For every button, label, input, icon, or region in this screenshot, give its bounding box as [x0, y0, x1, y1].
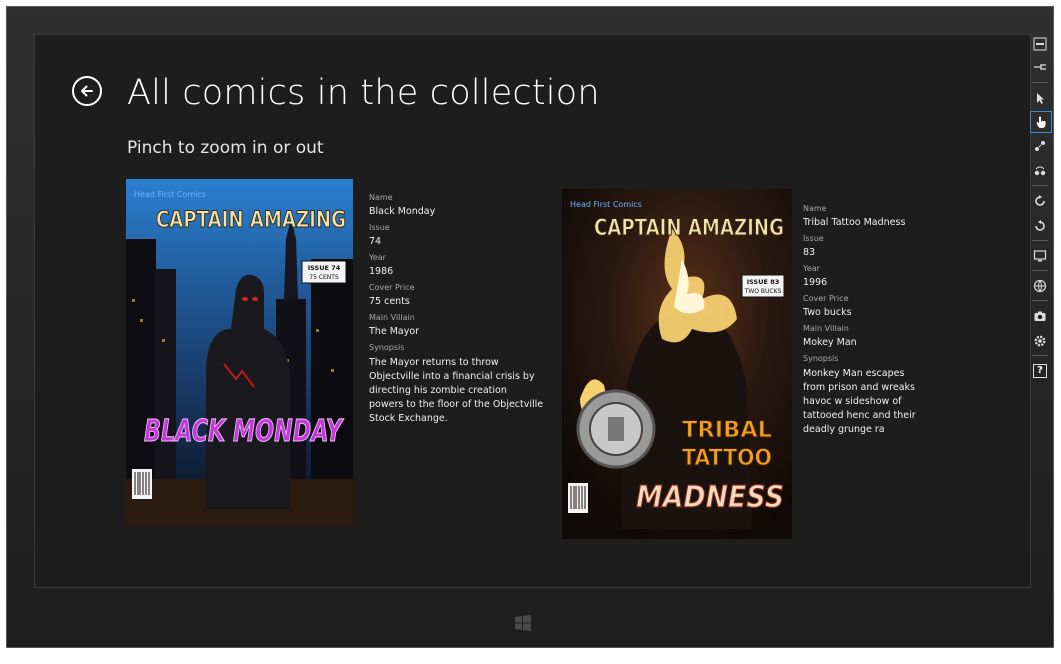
issue-value: 74 — [369, 236, 382, 247]
page-title: All comics in the collection — [127, 73, 600, 113]
rotate-counterclockwise-icon — [1035, 220, 1045, 231]
series-logo: CAPTAIN AMAZING — [156, 208, 346, 233]
price-badge-line: TWO BUCKS — [744, 288, 782, 295]
rotate-counterclockwise-button[interactable] — [1030, 216, 1050, 236]
change-resolution-button[interactable] — [1030, 246, 1050, 266]
synopsis-text: The Mayor returns to throw Objectville i… — [369, 357, 544, 424]
touch-mode-button[interactable] — [1030, 111, 1052, 133]
pinch-icon — [1035, 141, 1045, 151]
settings-icon — [1034, 335, 1046, 347]
resolution-icon — [1033, 250, 1047, 262]
rotate-icon — [1034, 166, 1046, 176]
publisher-logo: Head First Comics — [134, 190, 206, 199]
year-label: Year — [803, 264, 820, 273]
tattoo-medallion — [576, 389, 656, 469]
issue-label: Issue — [369, 223, 390, 232]
minimize-icon — [1033, 37, 1047, 51]
synopsis-label: Synopsis — [369, 343, 405, 352]
rotation-button[interactable] — [1030, 161, 1050, 181]
back-button[interactable] — [72, 76, 102, 106]
cover-price-value: 75 cents — [369, 296, 410, 307]
main-villain-value: The Mayor — [369, 326, 420, 337]
pin-icon — [1034, 64, 1046, 70]
touch-icon — [1036, 116, 1046, 128]
simulator-device: All comics in the collection Pinch to zo… — [0, 0, 1061, 664]
year-label: Year — [369, 253, 386, 262]
issue-badge-line: ISSUE 83 — [747, 278, 780, 286]
issue-badge-line: ISSUE 74 — [308, 264, 341, 272]
barcode — [568, 483, 588, 513]
name-value: Tribal Tattoo Madness — [803, 217, 906, 228]
cover-price-label: Cover Price — [369, 283, 415, 292]
price-badge-line: 75 CENTS — [309, 274, 339, 281]
issue-label: Issue — [803, 234, 824, 243]
cover-headline-line: TRIBAL — [682, 418, 772, 443]
rotate-clockwise-icon — [1035, 195, 1045, 206]
page-subtitle: Pinch to zoom in or out — [127, 138, 324, 158]
location-icon — [1033, 279, 1047, 293]
cover-price-value: Two bucks — [803, 307, 852, 318]
minimize-button[interactable] — [1030, 34, 1050, 54]
year-value: 1996 — [803, 277, 828, 288]
main-villain-label: Main Villain — [803, 324, 849, 333]
series-logo: CAPTAIN AMAZING — [594, 216, 784, 241]
app-screen: All comics in the collection Pinch to zo… — [34, 34, 1031, 588]
comic-cover-image[interactable]: Head First Comics CAPTAIN AMAZING ISSUE … — [562, 189, 792, 539]
main-villain-label: Main Villain — [369, 313, 415, 322]
rotate-clockwise-button[interactable] — [1030, 191, 1050, 211]
synopsis-text: Monkey Man escapes from prison and wreak… — [803, 368, 916, 435]
pin-button[interactable] — [1030, 57, 1050, 77]
synopsis-label: Synopsis — [803, 354, 839, 363]
windows-logo-icon[interactable] — [514, 614, 532, 632]
publisher-logo: Head First Comics — [570, 200, 642, 209]
pinch-zoom-button[interactable] — [1030, 136, 1050, 156]
screenshot-icon — [1034, 311, 1046, 321]
cover-headline-line: TATTOO — [682, 446, 772, 471]
screenshot-button[interactable] — [1030, 306, 1050, 326]
main-villain-value: Mokey Man — [803, 337, 857, 348]
barcode — [132, 469, 152, 499]
pointer-mode-button[interactable] — [1030, 88, 1050, 108]
comic-details: Name Black Monday Issue 74 Year 1986 Cov… — [369, 187, 544, 426]
name-label: Name — [369, 193, 393, 202]
issue-value: 83 — [803, 247, 816, 258]
name-label: Name — [803, 204, 827, 213]
name-value: Black Monday — [369, 206, 436, 217]
back-arrow-icon — [81, 85, 93, 97]
settings-button[interactable] — [1030, 331, 1050, 351]
comic-cover-image[interactable]: Head First Comics CAPTAIN AMAZING ISSUE … — [126, 179, 353, 526]
pointer-icon — [1037, 93, 1044, 104]
year-value: 1986 — [369, 266, 394, 277]
help-icon: ? — [1033, 364, 1047, 378]
cover-price-label: Cover Price — [803, 294, 849, 303]
help-button[interactable]: ? — [1030, 361, 1050, 381]
comic-details: Name Tribal Tattoo Madness Issue 83 Year… — [803, 198, 925, 437]
cover-headline: BLACK MONDAY — [144, 414, 344, 449]
cover-headline-line: MADNESS — [636, 480, 784, 515]
set-location-button[interactable] — [1030, 276, 1050, 296]
